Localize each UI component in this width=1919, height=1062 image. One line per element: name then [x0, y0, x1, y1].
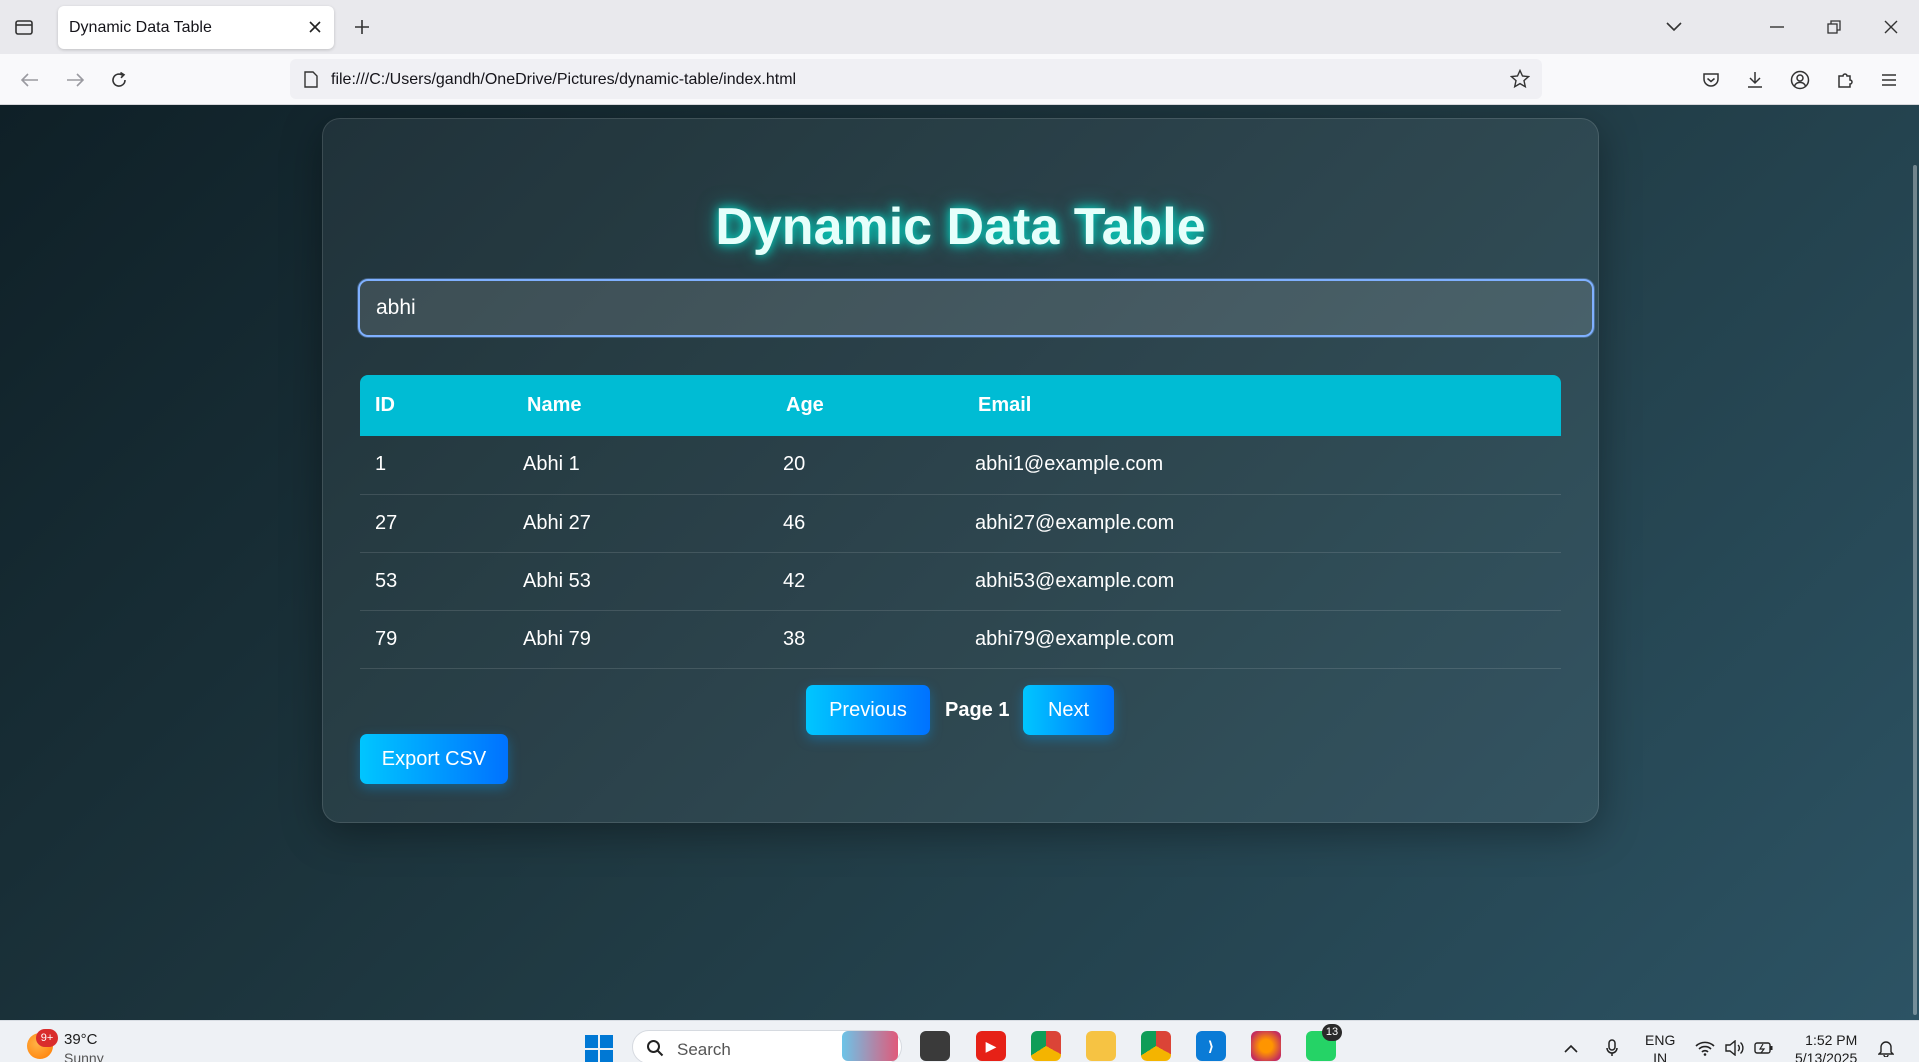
task-view-icon[interactable] — [920, 1031, 950, 1061]
microphone-icon[interactable] — [1601, 1037, 1623, 1059]
widgets-app-icon[interactable] — [842, 1031, 898, 1061]
forward-icon[interactable] — [60, 65, 90, 95]
cell-email: abhi27@example.com — [975, 511, 1175, 534]
cell-name: Abhi 53 — [523, 569, 591, 592]
cell-email: abhi79@example.com — [975, 627, 1175, 650]
search-placeholder: Search — [677, 1040, 731, 1059]
firefox-app-icon[interactable] — [1251, 1031, 1281, 1061]
page-title: Dynamic Data Table — [715, 198, 1206, 256]
search-icon — [645, 1038, 665, 1058]
column-header-id[interactable]: ID — [360, 375, 509, 436]
notification-badge: 9+ — [36, 1029, 58, 1047]
cell-email: abhi53@example.com — [975, 569, 1175, 592]
reload-icon[interactable] — [104, 65, 134, 95]
youtube-app-icon[interactable]: ▶ — [976, 1031, 1006, 1061]
pocket-icon[interactable] — [1696, 65, 1726, 95]
restore-icon[interactable] — [1819, 12, 1849, 42]
wifi-icon[interactable] — [1694, 1037, 1716, 1059]
url-text: file:///C:/Users/gandh/OneDrive/Pictures… — [331, 71, 797, 88]
new-tab-icon[interactable] — [349, 14, 375, 40]
battery-icon[interactable] — [1753, 1037, 1775, 1059]
vscode-app-icon[interactable]: ⟩ — [1196, 1031, 1226, 1061]
data-table: ID Name Age Email 1 Abhi 1 20 abhi1@exam… — [360, 375, 1561, 669]
menu-icon[interactable] — [1874, 65, 1904, 95]
notification-bell-icon[interactable] — [1875, 1037, 1897, 1059]
search-input[interactable] — [358, 279, 1594, 337]
cell-id: 53 — [375, 569, 398, 592]
export-csv-button[interactable]: Export CSV — [360, 734, 508, 784]
chrome-app-icon[interactable] — [1031, 1031, 1061, 1061]
region-code: IN — [1653, 1050, 1668, 1062]
weather-condition: Sunny — [64, 1050, 104, 1062]
cell-email: abhi1@example.com — [975, 453, 1164, 476]
extensions-icon[interactable] — [1830, 65, 1860, 95]
clock-date: 5/13/2025 — [1795, 1050, 1858, 1062]
file-explorer-icon[interactable] — [1086, 1031, 1116, 1061]
previous-button[interactable]: Previous — [806, 685, 930, 735]
cell-id: 1 — [375, 453, 387, 476]
cell-name: Abhi 27 — [523, 511, 591, 534]
column-header-age[interactable]: Age — [768, 375, 960, 436]
table-row: 79 Abhi 79 38 abhi79@example.com — [360, 610, 1561, 668]
page-viewport: Dynamic Data Table ID Name Age Email 1 A… — [0, 105, 1919, 1020]
download-icon[interactable] — [1740, 65, 1770, 95]
cell-id: 79 — [375, 627, 398, 650]
next-button[interactable]: Next — [1023, 685, 1114, 735]
taskbar: 9+ 39°C Sunny Search ▶ ⟩ 13 ENG IN 1:52 … — [0, 1020, 1919, 1062]
whatsapp-badge: 13 — [1322, 1024, 1342, 1041]
close-window-icon[interactable] — [1876, 12, 1906, 42]
volume-icon[interactable] — [1724, 1037, 1746, 1059]
address-bar[interactable]: file:///C:/Users/gandh/OneDrive/Pictures… — [290, 59, 1542, 99]
language-indicator[interactable]: ENG IN — [1645, 1031, 1675, 1062]
close-icon[interactable] — [306, 18, 324, 36]
list-all-tabs-icon[interactable] — [1659, 12, 1689, 42]
tab-list-icon[interactable] — [10, 14, 38, 40]
browser-nav-bar: file:///C:/Users/gandh/OneDrive/Pictures… — [0, 54, 1919, 105]
cell-age: 38 — [783, 627, 806, 650]
cell-name: Abhi 79 — [523, 627, 591, 650]
cell-id: 27 — [375, 511, 398, 534]
cell-age: 20 — [783, 453, 806, 476]
minimize-icon[interactable] — [1762, 12, 1792, 42]
table-row: 1 Abhi 1 20 abhi1@example.com — [360, 436, 1561, 494]
tab-title: Dynamic Data Table — [69, 19, 212, 36]
browser-tab-bar: Dynamic Data Table — [0, 0, 1919, 54]
cell-age: 42 — [783, 569, 806, 592]
table-row: 53 Abhi 53 42 abhi53@example.com — [360, 552, 1561, 610]
page-icon — [302, 69, 320, 89]
chevron-up-icon[interactable] — [1560, 1037, 1582, 1059]
column-header-name[interactable]: Name — [509, 375, 768, 436]
chrome-profile-app-icon[interactable] — [1141, 1031, 1171, 1061]
clock-time: 1:52 PM — [1805, 1032, 1858, 1048]
cell-age: 46 — [783, 511, 806, 534]
windows-start-icon[interactable] — [585, 1035, 613, 1062]
system-clock[interactable]: 1:52 PM 5/13/2025 — [1795, 1031, 1857, 1062]
table-card: Dynamic Data Table ID Name Age Email 1 A… — [322, 118, 1599, 823]
language-code: ENG — [1645, 1032, 1676, 1048]
column-header-email[interactable]: Email — [960, 375, 1561, 436]
weather-temperature: 39°C — [64, 1031, 98, 1048]
table-row: 27 Abhi 27 46 abhi27@example.com — [360, 494, 1561, 552]
star-icon[interactable] — [1508, 67, 1532, 91]
account-icon[interactable] — [1785, 65, 1815, 95]
scrollbar[interactable] — [1913, 165, 1917, 1015]
browser-tab[interactable]: Dynamic Data Table — [58, 6, 334, 49]
back-icon[interactable] — [15, 65, 45, 95]
table-header-row: ID Name Age Email — [360, 375, 1561, 436]
cell-name: Abhi 1 — [523, 453, 580, 476]
page-indicator: Page 1 — [945, 699, 1010, 721]
